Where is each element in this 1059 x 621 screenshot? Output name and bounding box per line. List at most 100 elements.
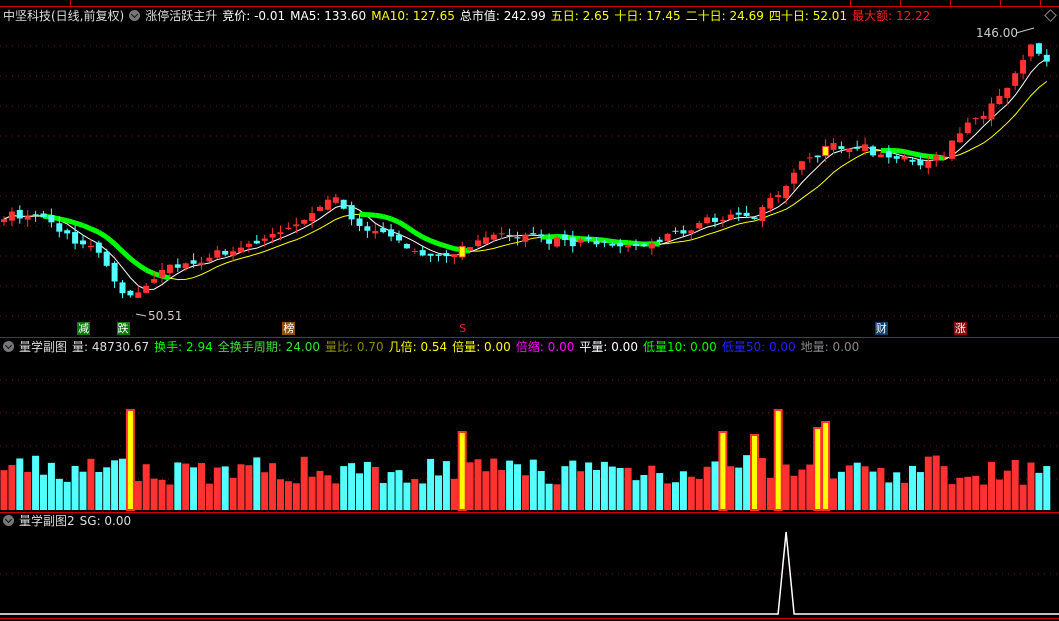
candle-body xyxy=(719,219,726,221)
volume-bar xyxy=(940,466,948,510)
candle-body xyxy=(301,219,308,224)
volume-bar xyxy=(901,482,909,510)
volume-bar xyxy=(198,462,205,510)
field-value: 0.70 xyxy=(356,340,384,354)
volume-bar xyxy=(1027,462,1035,510)
field-2: 全换手周期: 24.00 xyxy=(217,340,320,354)
high-price-label: 146.00 xyxy=(976,26,1018,40)
candle-body xyxy=(822,145,830,157)
volume-bar xyxy=(166,484,174,510)
volume-bar xyxy=(672,482,679,510)
candle-body xyxy=(925,160,932,168)
falling-trend-segment xyxy=(397,220,409,230)
field-4: 几倍: 0.54 xyxy=(388,340,448,354)
candle-body xyxy=(72,232,79,244)
volume-bar xyxy=(190,467,198,510)
volume-bar xyxy=(703,466,711,510)
candle-body xyxy=(877,154,884,158)
falling-trend-segment xyxy=(904,149,914,156)
volume-bar xyxy=(679,471,687,510)
volume-bar xyxy=(142,464,150,510)
falling-trend-segment xyxy=(604,237,613,244)
volume-bar xyxy=(284,481,292,510)
candle-body xyxy=(498,233,505,235)
candle-body xyxy=(269,234,276,238)
field-8: 低量10: 0.00 xyxy=(642,340,717,354)
field-label: 平量 xyxy=(579,340,604,354)
ma10-line xyxy=(3,81,1048,281)
candle-body xyxy=(577,239,584,243)
candle-body xyxy=(743,212,750,216)
price-chart[interactable]: 146.00 50.51 xyxy=(0,0,1059,621)
candle-body xyxy=(427,253,434,256)
volume-dropdown-icon[interactable] xyxy=(3,341,14,352)
volume-bar xyxy=(261,472,269,510)
volume-bar xyxy=(403,482,411,510)
volume-bar xyxy=(277,479,284,510)
volume-bar xyxy=(419,483,427,510)
falling-trend-segment xyxy=(89,226,100,235)
volume-bar xyxy=(948,484,956,510)
field-label: 量 xyxy=(72,340,85,354)
candle-body xyxy=(775,195,782,197)
candle-body xyxy=(238,247,244,253)
falling-trend-segment xyxy=(58,216,68,224)
falling-trend-segment xyxy=(374,212,384,219)
candle-body xyxy=(640,244,647,247)
candle-body xyxy=(127,290,134,296)
candle-body xyxy=(245,243,252,247)
field-3: 量比: 0.70 xyxy=(324,340,384,354)
volume-bar xyxy=(125,409,135,511)
candle-body xyxy=(119,282,126,294)
candle-body xyxy=(585,237,592,240)
field-label: SG xyxy=(79,514,97,528)
volume-bar xyxy=(656,473,664,510)
volume-bar xyxy=(316,470,324,510)
volume-bar xyxy=(869,471,877,510)
candle-body xyxy=(324,199,331,210)
volume-bar xyxy=(885,482,893,510)
volume-bar xyxy=(213,467,221,510)
field-label: 倍缩 xyxy=(515,340,540,354)
ma5-line xyxy=(3,58,1048,291)
candle-body xyxy=(506,235,513,237)
sg-dropdown-icon[interactable] xyxy=(3,515,14,526)
volume-bar xyxy=(861,466,869,510)
falling-trend-segment xyxy=(74,220,84,228)
volume-bar xyxy=(150,478,158,510)
candle-body xyxy=(956,133,963,143)
sg-panel-header: 量学副图2 SG: 0.00 xyxy=(3,513,141,529)
field-label: 低量50 xyxy=(721,340,762,354)
candle-body xyxy=(475,240,481,247)
candle-body xyxy=(103,251,110,266)
field-7: 平量: 0.00 xyxy=(579,340,638,354)
candle-body xyxy=(253,240,260,244)
volume-bar xyxy=(119,458,126,510)
volume-bar xyxy=(758,458,766,510)
falling-trend-segment xyxy=(367,212,376,218)
falling-trend-segment xyxy=(390,216,400,225)
volume-bar xyxy=(735,467,743,510)
candle-body xyxy=(696,223,703,229)
candle-body xyxy=(814,155,821,158)
candle-body xyxy=(48,214,55,223)
volume-bar xyxy=(411,478,419,510)
volume-bar xyxy=(845,465,853,510)
candle-body xyxy=(16,209,23,219)
field-value: 48730.67 xyxy=(91,340,150,354)
volume-bar xyxy=(427,458,435,510)
candle-body xyxy=(933,155,940,161)
candle-body xyxy=(561,234,568,240)
volume-bar xyxy=(237,464,245,510)
volume-bar xyxy=(806,464,814,510)
volume-bar xyxy=(632,480,640,510)
signal-marker: 榜 xyxy=(282,322,296,335)
volume-bar xyxy=(616,467,624,510)
volume-bar xyxy=(624,467,632,510)
candle-body xyxy=(767,198,774,209)
field-value: 0.00 xyxy=(690,340,717,354)
falling-trend-segment xyxy=(635,240,645,247)
candle-body xyxy=(530,233,537,235)
candle-body xyxy=(941,156,948,158)
candle-body xyxy=(348,205,355,220)
